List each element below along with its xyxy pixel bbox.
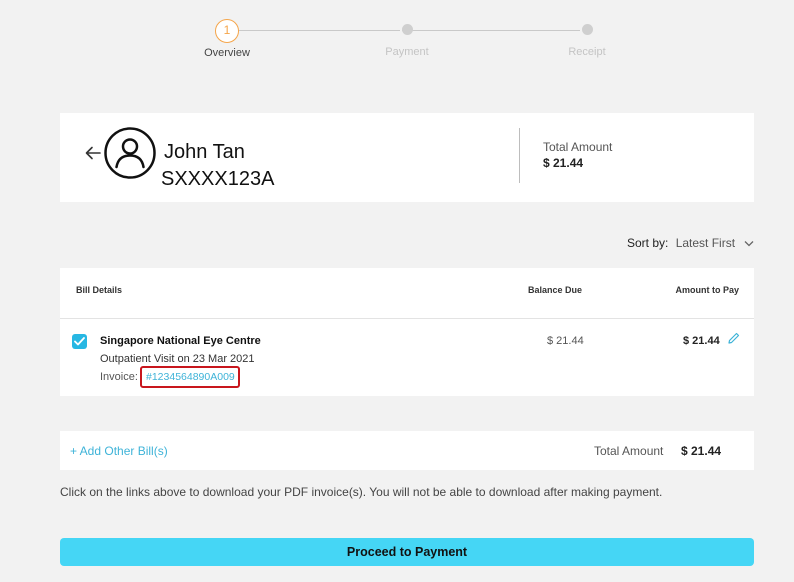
step-label-payment: Payment <box>385 46 429 58</box>
total-amount-value: $ 21.44 <box>543 156 584 170</box>
total-amount-label: Total Amount <box>543 140 613 154</box>
add-bill-row: + Add Other Bill(s) Total Amount $ 21.44 <box>60 431 754 470</box>
column-header-amount-to-pay: Amount to Pay <box>675 285 739 295</box>
amount-to-pay-value: $ 21.44 <box>683 335 720 347</box>
sort-dropdown[interactable]: Latest First <box>676 236 735 250</box>
pencil-edit-icon[interactable] <box>727 332 740 345</box>
step-receipt: Receipt <box>527 0 647 58</box>
chevron-down-icon[interactable] <box>744 240 754 247</box>
patient-id: SXXXX123A <box>161 168 275 190</box>
patient-card: John Tan SXXXX123A Total Amount $ 21.44 <box>60 113 754 202</box>
patient-name: John Tan <box>164 141 245 163</box>
summary-total-label: Total Amount <box>594 444 664 458</box>
sort-control[interactable]: Sort by: Latest First <box>627 236 754 250</box>
column-header-bill-details: Bill Details <box>76 285 123 295</box>
progress-stepper: 1 Overview Payment Receipt <box>0 0 794 70</box>
step-number-badge: 1 <box>215 19 239 43</box>
add-other-bill-link[interactable]: + Add Other Bill(s) <box>70 444 168 458</box>
divider <box>519 128 520 183</box>
provider-name: Singapore National Eye Centre <box>100 335 261 347</box>
step-overview: 1 Overview <box>167 0 287 59</box>
invoice-label: Invoice: <box>100 371 138 383</box>
proceed-to-payment-button[interactable]: Proceed to Payment <box>60 538 754 566</box>
step-dot <box>401 24 413 35</box>
step-label-overview: Overview <box>204 47 250 59</box>
user-avatar-icon <box>104 127 156 179</box>
balance-due-value: $ 21.44 <box>547 335 584 347</box>
table-header: Bill Details Balance Due Amount to Pay <box>60 268 754 319</box>
checkmark-icon <box>74 337 85 346</box>
sort-label: Sort by: <box>627 236 669 250</box>
bills-table: Bill Details Balance Due Amount to Pay S… <box>60 268 754 396</box>
back-arrow-icon[interactable] <box>84 144 102 162</box>
step-dot <box>581 24 593 35</box>
summary-total-value: $ 21.44 <box>681 444 722 458</box>
step-payment: Payment <box>347 0 467 58</box>
column-header-balance-due: Balance Due <box>528 285 583 295</box>
step-label-receipt: Receipt <box>568 46 606 58</box>
download-note: Click on the links above to download you… <box>60 485 663 499</box>
bill-checkbox[interactable] <box>72 334 87 349</box>
visit-description: Outpatient Visit on 23 Mar 2021 <box>100 353 255 365</box>
invoice-link[interactable]: #1234564890A009 <box>140 366 240 388</box>
